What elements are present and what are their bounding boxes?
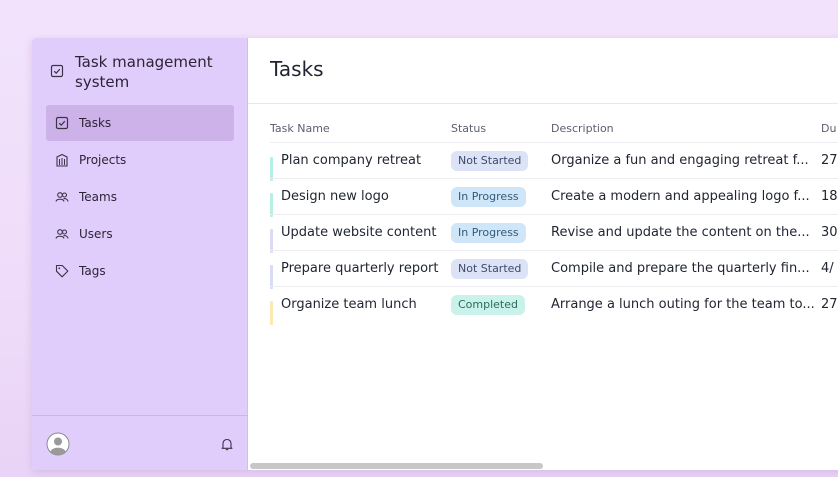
due-date-cell: 27 <box>821 153 838 168</box>
column-header-due[interactable]: Du <box>821 122 838 135</box>
due-date-cell: 4/ <box>821 261 834 276</box>
task-name-cell: Plan company retreat <box>270 153 451 181</box>
sidebar-item-label: Tags <box>79 264 106 278</box>
table-row[interactable]: Organize team lunch Completed Arrange a … <box>270 286 838 325</box>
status-badge: Not Started <box>451 150 529 171</box>
task-name-cell: Prepare quarterly report <box>270 261 451 289</box>
task-name-cell: Update website content <box>270 225 451 253</box>
sidebar-item-teams[interactable]: Teams <box>46 179 234 215</box>
brand: Task management system <box>50 52 225 92</box>
sidebar-item-projects[interactable]: Projects <box>46 142 234 178</box>
description-cell: Revise and update the content on the... <box>551 225 810 240</box>
sidebar-item-label: Tasks <box>79 116 112 130</box>
bell-icon[interactable] <box>220 437 234 451</box>
column-header-description[interactable]: Description <box>551 122 821 135</box>
due-date-cell: 27 <box>821 297 838 312</box>
avatar[interactable] <box>46 432 70 456</box>
status-badge: Completed <box>451 294 525 315</box>
sidebar-item-label: Projects <box>79 153 127 167</box>
table-row[interactable]: Prepare quarterly report Not Started Com… <box>270 250 838 289</box>
description-cell: Create a modern and appealing logo f... <box>551 189 810 204</box>
building-icon <box>56 153 68 167</box>
description-cell: Arrange a lunch outing for the team to..… <box>551 297 815 312</box>
table-row[interactable]: Design new logo In Progress Create a mod… <box>270 178 838 217</box>
sidebar-item-tags[interactable]: Tags <box>46 253 234 289</box>
checkbox-icon <box>55 116 69 130</box>
task-name: Update website content <box>281 225 437 240</box>
sidebar-footer <box>32 415 248 470</box>
app-window: Task management system Tasks Projects Te… <box>32 38 838 470</box>
sidebar-item-users[interactable]: Users <box>46 216 234 252</box>
task-name-cell: Organize team lunch <box>270 297 451 325</box>
status-cell: In Progress <box>451 222 551 243</box>
due-date-cell: 30 <box>821 225 838 240</box>
sidebar-item-tasks[interactable]: Tasks <box>46 105 234 141</box>
status-badge: In Progress <box>451 222 526 243</box>
status-cell: In Progress <box>451 186 551 207</box>
column-header-task-name[interactable]: Task Name <box>270 122 451 135</box>
page-header: Tasks <box>248 38 838 104</box>
table-row[interactable]: Plan company retreat Not Started Organiz… <box>270 142 838 181</box>
page-title: Tasks <box>270 57 324 81</box>
due-date-cell: 18 <box>821 189 838 204</box>
users-icon <box>55 192 69 202</box>
status-cell: Completed <box>451 294 551 315</box>
status-cell: Not Started <box>451 258 551 279</box>
sidebar: Task management system Tasks Projects Te… <box>32 38 248 470</box>
tasks-table: Task Name Status Description Du Plan com… <box>270 114 838 325</box>
column-header-status[interactable]: Status <box>451 122 551 135</box>
sidebar-item-label: Teams <box>79 190 117 204</box>
task-name: Plan company retreat <box>281 153 422 168</box>
description-cell: Organize a fun and engaging retreat f... <box>551 153 809 168</box>
tag-icon <box>55 264 69 278</box>
description-cell: Compile and prepare the quarterly fin... <box>551 261 810 276</box>
users-icon <box>55 229 69 239</box>
checkbox-icon <box>50 64 64 78</box>
row-color-stripe <box>270 301 273 325</box>
task-name: Design new logo <box>281 189 389 204</box>
horizontal-scrollbar[interactable] <box>250 463 543 469</box>
task-name: Organize team lunch <box>281 297 417 312</box>
table-header: Task Name Status Description Du <box>270 114 838 142</box>
sidebar-item-label: Users <box>79 227 113 241</box>
status-badge: Not Started <box>451 258 529 279</box>
main-content: Tasks Task Name Status Description Du Pl… <box>248 38 838 470</box>
task-name-cell: Design new logo <box>270 189 451 217</box>
task-name: Prepare quarterly report <box>281 261 439 276</box>
table-row[interactable]: Update website content In Progress Revis… <box>270 214 838 253</box>
status-cell: Not Started <box>451 150 551 171</box>
status-badge: In Progress <box>451 186 526 207</box>
app-title: Task management system <box>75 53 213 91</box>
sidebar-nav: Tasks Projects Teams Users Tags <box>46 105 234 290</box>
